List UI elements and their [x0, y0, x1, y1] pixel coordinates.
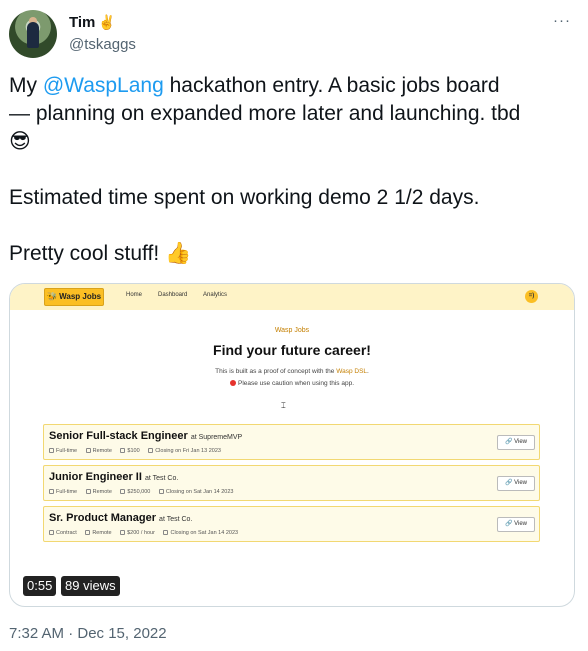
- hero-eyebrow: Wasp Jobs: [274, 327, 310, 334]
- job-location: Remote: [85, 489, 112, 495]
- view-label: View: [514, 521, 528, 527]
- tweet-header: Tim ✌️ @tskaggs ···: [9, 10, 579, 60]
- job-type: Full-time: [49, 489, 77, 495]
- job-company: at Test Co.: [159, 516, 193, 523]
- view-job-button[interactable]: 🔗 View: [497, 476, 535, 491]
- author-name-text[interactable]: Tim: [69, 14, 95, 31]
- nav-home-link[interactable]: Home: [126, 292, 142, 298]
- hero-description-end: .: [367, 368, 369, 375]
- hero-title: Find your future career!: [213, 342, 371, 358]
- job-closing: Closing on Sat Jan 14 2023: [158, 489, 234, 495]
- job-meta: Full-time Remote $100 Closing on Fri Jan…: [49, 448, 228, 454]
- app-navbar: 🐝 Wasp Jobs Home Dashboard Analytics =): [10, 284, 574, 310]
- location-icon: [85, 530, 91, 535]
- job-pay: $200 / hour: [120, 530, 155, 536]
- author-name[interactable]: Tim ✌️: [69, 14, 116, 31]
- wasp-dsl-link[interactable]: Wasp DSL: [336, 368, 367, 375]
- currency-icon: [120, 530, 126, 535]
- job-closing-text: Closing on Fri Jan 13 2023: [155, 448, 221, 454]
- calendar-icon: [158, 489, 164, 494]
- job-closing: Closing on Sat Jan 14 2023: [163, 530, 238, 536]
- victory-hand-emoji: ✌️: [98, 14, 116, 30]
- tweet-line-5: Pretty cool stuff! 👍: [9, 242, 192, 265]
- job-type: Full-time: [49, 448, 77, 454]
- briefcase-icon: [49, 489, 54, 494]
- user-avatar-icon[interactable]: =): [525, 290, 538, 303]
- mention-link[interactable]: @WaspLang: [43, 74, 164, 97]
- job-location: Remote: [85, 448, 112, 454]
- job-pay-text: $100: [127, 448, 140, 454]
- author-avatar[interactable]: [9, 10, 57, 58]
- tweet-line-4: Estimated time spent on working demo 2 1…: [9, 186, 480, 209]
- tweet-text: My @WaspLang hackathon entry. A basic jo…: [9, 72, 574, 268]
- job-pay: $100: [120, 448, 140, 454]
- job-pay: $250,000: [120, 489, 150, 495]
- job-type-text: Contract: [56, 530, 77, 536]
- tweet-line-1: My @WaspLang hackathon entry. A basic jo…: [9, 72, 574, 100]
- location-icon: [85, 489, 91, 494]
- view-job-button[interactable]: 🔗 View: [497, 435, 535, 450]
- hero-caution-text: Please use caution when using this app.: [238, 380, 354, 387]
- job-title-text: Senior Full-stack Engineer: [49, 430, 188, 442]
- tweet-text-segment: hackathon entry. A basic jobs board: [163, 74, 500, 97]
- job-pay-text: $200 / hour: [127, 530, 155, 536]
- currency-icon: [120, 489, 126, 494]
- tweet-text-segment: My: [9, 74, 43, 97]
- job-closing: Closing on Fri Jan 13 2023: [148, 448, 221, 454]
- job-type-text: Full-time: [56, 489, 78, 495]
- job-closing-text: Closing on Sat Jan 14 2023: [170, 530, 239, 536]
- view-job-button[interactable]: 🔗 View: [497, 517, 535, 532]
- currency-icon: [120, 448, 126, 453]
- job-title: Senior Full-stack Engineer at SupremeMVP: [49, 430, 242, 442]
- job-location-text: Remote: [92, 530, 112, 536]
- hero-caution: Please use caution when using this app.: [10, 380, 574, 387]
- calendar-icon: [163, 530, 169, 535]
- job-company: at SupremeMVP: [190, 434, 243, 441]
- briefcase-icon: [49, 530, 54, 535]
- red-circle-icon: [230, 380, 236, 386]
- job-title: Junior Engineer II at Test Co.: [49, 471, 178, 483]
- tweet-line-2: — planning on expanded more later and la…: [9, 102, 521, 125]
- job-type: Contract: [49, 530, 77, 536]
- job-location: Remote: [85, 530, 112, 536]
- tweet-timestamp[interactable]: 7:32 AM · Dec 15, 2022: [9, 625, 167, 642]
- view-label: View: [514, 439, 528, 445]
- mouse-cursor-icon: ⌶: [281, 401, 286, 410]
- job-title-text: Sr. Product Manager: [49, 512, 156, 524]
- job-card[interactable]: Senior Full-stack Engineer at SupremeMVP…: [43, 424, 540, 460]
- sunglasses-emoji: 😎: [9, 130, 31, 153]
- briefcase-icon: [49, 448, 54, 453]
- job-card[interactable]: Junior Engineer II at Test Co. Full-time…: [43, 465, 540, 501]
- app-brand-button[interactable]: 🐝 Wasp Jobs: [44, 288, 104, 306]
- job-pay-text: $250,000: [127, 489, 151, 495]
- nav-dashboard-link[interactable]: Dashboard: [158, 292, 187, 298]
- job-company: at Test Co.: [144, 475, 179, 482]
- job-title-text: Junior Engineer II: [49, 471, 142, 483]
- calendar-icon: [148, 448, 154, 453]
- nav-analytics-link[interactable]: Analytics: [203, 292, 227, 298]
- video-views-badge: 89 views: [61, 576, 120, 596]
- job-closing-text: Closing on Sat Jan 14 2023: [165, 489, 234, 495]
- view-label: View: [514, 480, 528, 486]
- job-location-text: Remote: [92, 489, 112, 495]
- hero-description: This is built as a proof of concept with…: [10, 368, 574, 375]
- video-duration-badge: 0:55: [23, 576, 57, 596]
- job-meta: Full-time Remote $250,000 Closing on Sat…: [49, 489, 240, 495]
- more-options-icon[interactable]: ···: [553, 12, 571, 29]
- video-player[interactable]: 🐝 Wasp Jobs Home Dashboard Analytics =) …: [9, 283, 575, 607]
- job-title: Sr. Product Manager at Test Co.: [49, 512, 192, 524]
- hero-description-text: This is built as a proof of concept with…: [215, 368, 337, 375]
- location-icon: [85, 448, 91, 453]
- author-handle[interactable]: @tskaggs: [69, 36, 136, 53]
- job-meta: Contract Remote $200 / hour Closing on S…: [49, 530, 245, 536]
- job-type-text: Full-time: [56, 448, 78, 454]
- job-card[interactable]: Sr. Product Manager at Test Co. Contract…: [43, 506, 540, 542]
- job-location-text: Remote: [92, 448, 112, 454]
